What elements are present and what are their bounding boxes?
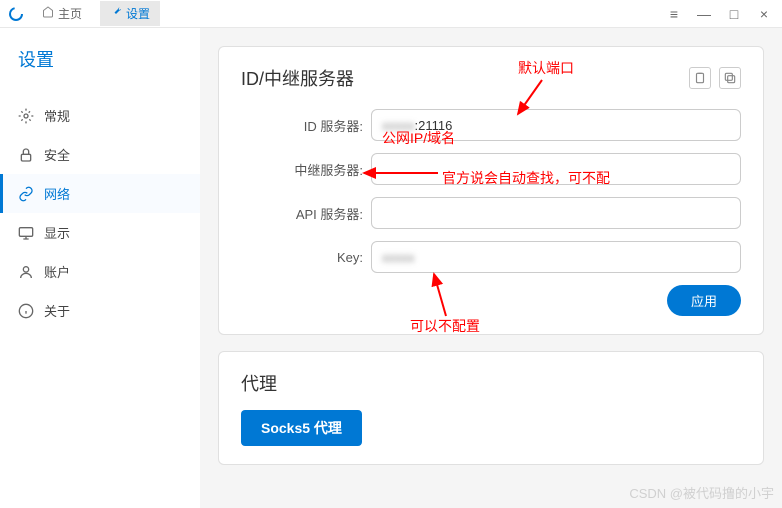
proxy-card: 代理 Socks5 代理 bbox=[218, 351, 764, 465]
gear-icon bbox=[18, 108, 34, 124]
relay-server-label: 中继服务器: bbox=[241, 160, 371, 179]
watermark: CSDN @被代码撸的小宇 bbox=[629, 483, 774, 502]
content-area: ID/中继服务器 ID 服务器: xxxxx:21116 中继服务器: API … bbox=[200, 28, 782, 508]
proxy-card-title: 代理 bbox=[241, 370, 741, 396]
maximize-button[interactable]: □ bbox=[720, 3, 748, 25]
menu-button[interactable]: ≡ bbox=[660, 3, 688, 25]
socks5-button[interactable]: Socks5 代理 bbox=[241, 410, 362, 446]
sidebar-item-label: 显示 bbox=[44, 223, 70, 242]
sidebar-item-label: 账户 bbox=[44, 262, 70, 281]
home-icon bbox=[42, 6, 54, 21]
sidebar-title: 设置 bbox=[0, 46, 200, 96]
sidebar-item-label: 安全 bbox=[44, 145, 70, 164]
tab-settings[interactable]: 设置 bbox=[100, 1, 160, 26]
copy-icon[interactable] bbox=[719, 67, 741, 89]
info-icon bbox=[18, 303, 34, 319]
server-card-title: ID/中继服务器 bbox=[241, 65, 689, 91]
sidebar-item-about[interactable]: 关于 bbox=[0, 291, 200, 330]
sidebar-item-label: 网络 bbox=[44, 184, 70, 203]
minimize-button[interactable]: — bbox=[690, 3, 718, 25]
sidebar-item-general[interactable]: 常规 bbox=[0, 96, 200, 135]
id-server-input[interactable]: xxxxx:21116 bbox=[371, 109, 741, 141]
paste-icon[interactable] bbox=[689, 67, 711, 89]
app-logo-icon bbox=[8, 6, 24, 22]
monitor-icon bbox=[18, 225, 34, 241]
api-server-label: API 服务器: bbox=[241, 204, 371, 223]
tab-home-label: 主页 bbox=[58, 5, 82, 22]
link-icon bbox=[18, 186, 34, 202]
tab-settings-label: 设置 bbox=[126, 5, 150, 22]
sidebar-item-display[interactable]: 显示 bbox=[0, 213, 200, 252]
lock-icon bbox=[18, 147, 34, 163]
relay-server-input[interactable] bbox=[371, 153, 741, 185]
wrench-icon bbox=[110, 6, 122, 21]
sidebar: 设置 常规 安全 网络 显示 账户 关于 bbox=[0, 28, 200, 508]
tab-home[interactable]: 主页 bbox=[32, 1, 92, 26]
sidebar-item-network[interactable]: 网络 bbox=[0, 174, 200, 213]
titlebar: 主页 设置 ≡ — □ × bbox=[0, 0, 782, 28]
id-server-label: ID 服务器: bbox=[241, 116, 371, 135]
key-label: Key: bbox=[241, 250, 371, 265]
server-card: ID/中继服务器 ID 服务器: xxxxx:21116 中继服务器: API … bbox=[218, 46, 764, 335]
user-icon bbox=[18, 264, 34, 280]
close-button[interactable]: × bbox=[750, 3, 778, 25]
api-server-input[interactable] bbox=[371, 197, 741, 229]
key-input[interactable]: xxxxx bbox=[371, 241, 741, 273]
sidebar-item-label: 关于 bbox=[44, 301, 70, 320]
sidebar-item-account[interactable]: 账户 bbox=[0, 252, 200, 291]
apply-button[interactable]: 应用 bbox=[667, 285, 741, 316]
sidebar-item-label: 常规 bbox=[44, 106, 70, 125]
sidebar-item-security[interactable]: 安全 bbox=[0, 135, 200, 174]
